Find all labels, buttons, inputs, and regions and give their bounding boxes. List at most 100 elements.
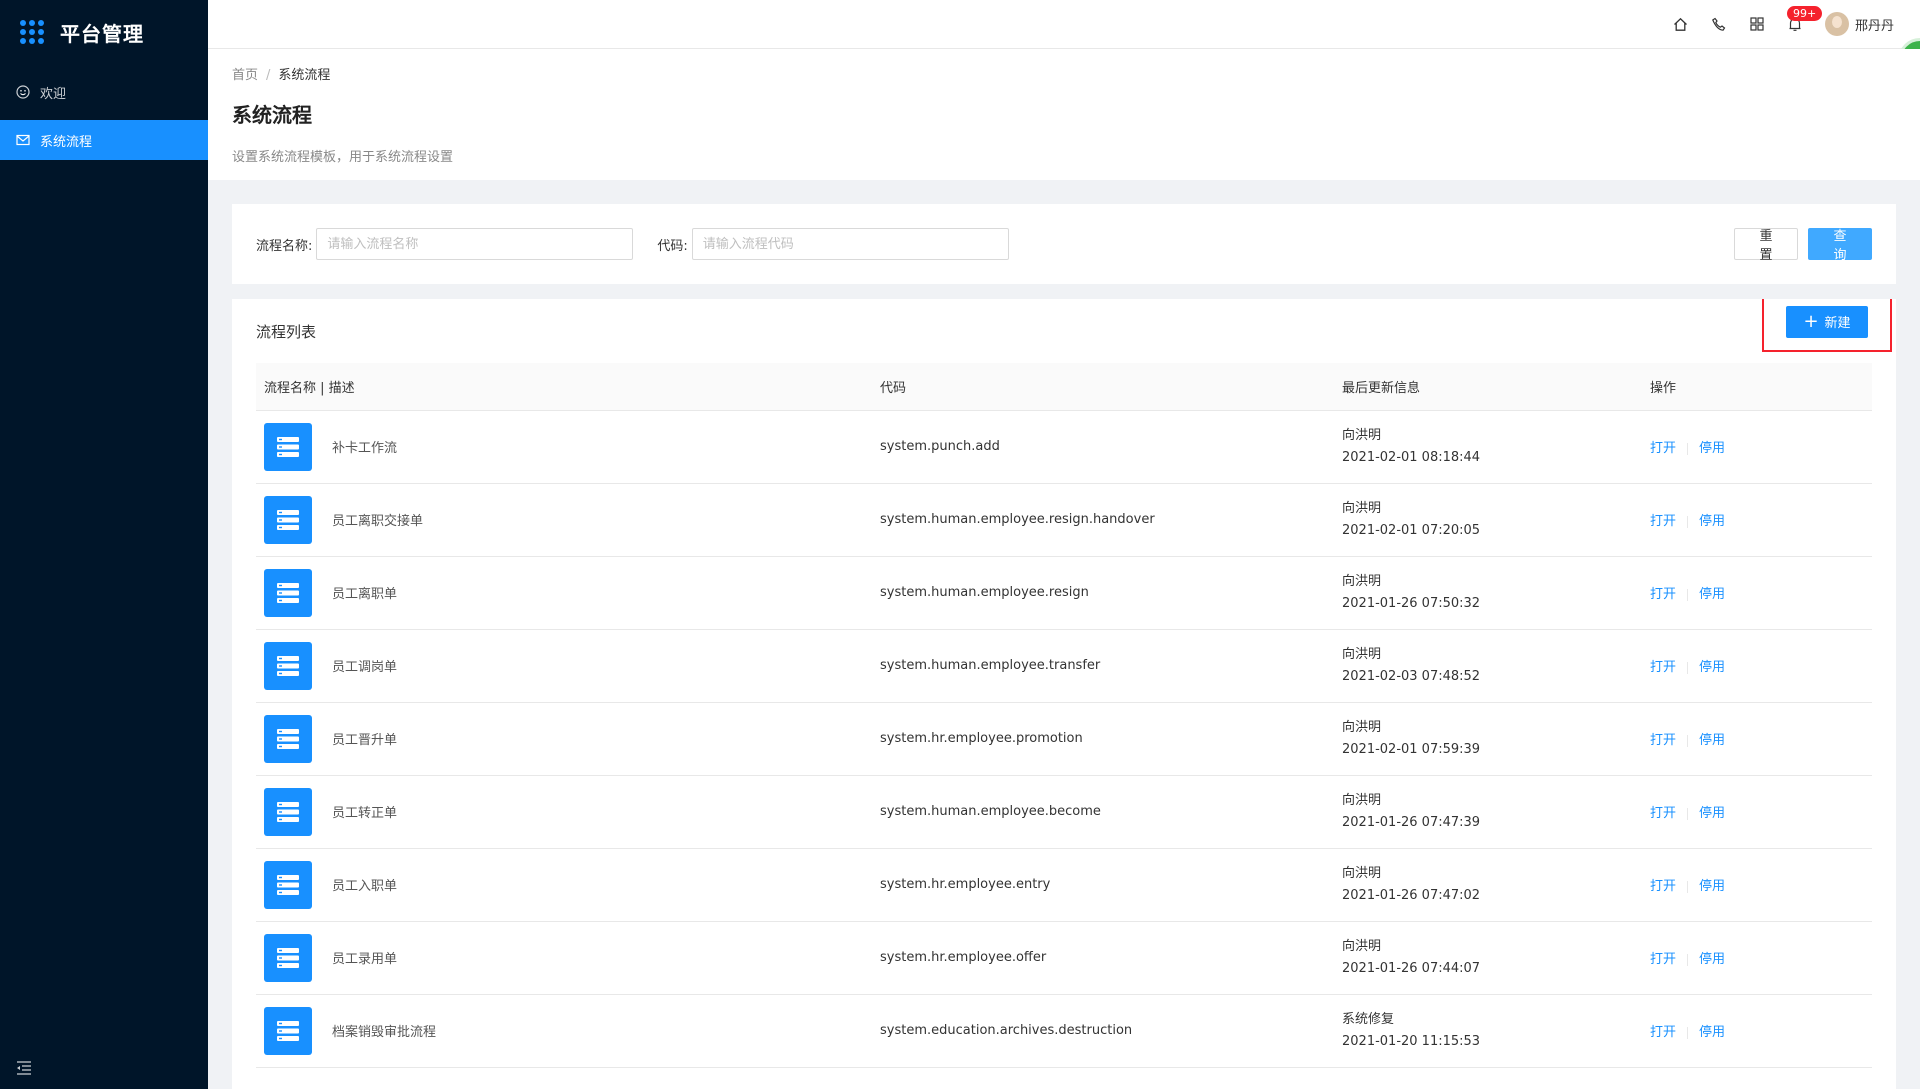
- sidebar-menu: 欢迎 系统流程: [0, 72, 208, 160]
- flow-list-icon: [264, 422, 312, 471]
- page-description: 设置系统流程模板，用于系统流程设置: [232, 150, 454, 165]
- flow-name-input[interactable]: [316, 228, 634, 260]
- updated-time: 2021-01-26 07:44:07: [1342, 960, 1481, 976]
- open-link[interactable]: 打开: [1650, 587, 1676, 602]
- table-row: 员工离职交接单 system.human.employee.resign.han…: [256, 483, 1872, 557]
- flow-code: system.punch.add: [880, 439, 1000, 454]
- action-divider: [1687, 953, 1689, 966]
- flow-name: 档案销毁审批流程: [332, 1025, 437, 1040]
- flow-list-icon: [264, 714, 312, 763]
- query-button[interactable]: 查 询: [1808, 228, 1872, 263]
- list-title: 流程列表: [256, 322, 317, 341]
- updated-time: 2021-02-03 07:48:52: [1342, 668, 1481, 684]
- updated-time: 2021-01-26 07:50:32: [1342, 595, 1481, 611]
- updated-by: 向洪明: [1342, 938, 1382, 954]
- action-divider: [1687, 880, 1689, 893]
- table-row: 补卡工作流 system.punch.add 向洪明 2021-02-01 08…: [256, 410, 1872, 484]
- flow-name: 员工调岗单: [332, 660, 398, 675]
- sidebar-item-label: 欢迎: [40, 86, 67, 102]
- updated-time: 2021-01-20 11:15:53: [1342, 1033, 1481, 1049]
- action-divider: [1687, 661, 1689, 674]
- table-row: 员工晋升单 system.hr.employee.promotion 向洪明 2…: [256, 702, 1872, 776]
- open-link[interactable]: 打开: [1650, 1025, 1676, 1040]
- flow-code: system.human.employee.resign.handover: [880, 512, 1155, 527]
- action-divider: [1687, 807, 1689, 820]
- flow-list-icon: [264, 641, 312, 690]
- action-divider: [1687, 734, 1689, 747]
- action-divider: [1687, 442, 1689, 455]
- flow-name: 员工离职单: [332, 587, 398, 602]
- updated-time: 2021-02-01 08:18:44: [1342, 449, 1481, 465]
- menu-fold-icon[interactable]: [16, 1061, 32, 1075]
- flow-list-icon: [264, 568, 312, 617]
- flow-code: system.education.archives.destruction: [880, 1023, 1133, 1038]
- flow-table: 流程名称 | 描述 代码 最后更新信息 操作 补卡工作流 system.punc…: [256, 363, 1872, 1068]
- flow-code-input[interactable]: [691, 228, 1009, 260]
- sidebar-item-label: 系统流程: [40, 134, 93, 150]
- table-row: 员工调岗单 system.human.employee.transfer 向洪明…: [256, 629, 1872, 703]
- disable-link[interactable]: 停用: [1699, 441, 1725, 456]
- disable-link[interactable]: 停用: [1699, 587, 1725, 602]
- updated-by: 向洪明: [1342, 719, 1382, 735]
- open-link[interactable]: 打开: [1650, 806, 1676, 821]
- flow-code: system.hr.employee.entry: [880, 877, 1051, 892]
- flow-name: 员工入职单: [332, 879, 398, 894]
- disable-link[interactable]: 停用: [1699, 952, 1725, 967]
- open-link[interactable]: 打开: [1650, 879, 1676, 894]
- avatar: [1824, 12, 1849, 36]
- table-row: 员工离职单 system.human.employee.resign 向洪明 2…: [256, 556, 1872, 630]
- appstore-icon[interactable]: [1749, 16, 1765, 32]
- new-button[interactable]: + 新建: [1786, 305, 1868, 338]
- disable-link[interactable]: 停用: [1699, 514, 1725, 529]
- flow-name: 员工转正单: [332, 806, 398, 821]
- updated-by: 向洪明: [1342, 646, 1382, 662]
- new-button-label: 新建: [1824, 316, 1851, 331]
- table-header-row: 流程名称 | 描述 代码 最后更新信息 操作: [256, 363, 1872, 411]
- home-icon[interactable]: [1673, 16, 1689, 32]
- updated-by: 向洪明: [1342, 792, 1382, 808]
- page-header: 首页 / 系统流程 系统流程 设置系统流程模板，用于系统流程设置: [208, 49, 1920, 180]
- disable-link[interactable]: 停用: [1699, 1025, 1725, 1040]
- column-header-actions: 操作: [1642, 363, 1872, 411]
- action-divider: [1687, 1026, 1689, 1039]
- disable-link[interactable]: 停用: [1699, 879, 1725, 894]
- sidebar-item-welcome[interactable]: 欢迎: [0, 72, 208, 112]
- breadcrumb-separator: /: [266, 68, 271, 83]
- reset-button[interactable]: 重 置: [1734, 228, 1798, 263]
- breadcrumb-home[interactable]: 首页: [232, 68, 258, 83]
- open-link[interactable]: 打开: [1650, 660, 1676, 675]
- breadcrumb: 首页 / 系统流程: [232, 64, 1896, 83]
- disable-link[interactable]: 停用: [1699, 733, 1725, 748]
- flow-list-icon: [264, 933, 312, 982]
- disable-link[interactable]: 停用: [1699, 806, 1725, 821]
- updated-by: 向洪明: [1342, 865, 1382, 881]
- open-link[interactable]: 打开: [1650, 733, 1676, 748]
- logo[interactable]: 平台管理: [0, 0, 208, 64]
- phone-icon[interactable]: [1711, 16, 1727, 32]
- page-title: 系统流程: [232, 103, 312, 127]
- disable-link[interactable]: 停用: [1699, 660, 1725, 675]
- table-row: 档案销毁审批流程 system.education.archives.destr…: [256, 994, 1872, 1068]
- sidebar-item-system-flow[interactable]: 系统流程: [0, 120, 208, 160]
- flow-list-icon: [264, 495, 312, 544]
- flow-list-icon: [264, 787, 312, 836]
- column-header-code: 代码: [872, 363, 1334, 411]
- flow-name: 补卡工作流: [332, 441, 398, 456]
- flow-code: system.human.employee.become: [880, 804, 1101, 819]
- breadcrumb-current: 系统流程: [278, 68, 331, 83]
- open-link[interactable]: 打开: [1650, 952, 1676, 967]
- user-name: 邢丹丹: [1854, 18, 1894, 34]
- updated-by: 向洪明: [1342, 500, 1382, 516]
- bell-icon[interactable]: 99+: [1786, 6, 1823, 32]
- column-header-name: 流程名称 | 描述: [256, 363, 872, 411]
- open-link[interactable]: 打开: [1650, 514, 1676, 529]
- flow-name: 员工录用单: [332, 952, 398, 967]
- flow-name-label: 流程名称:: [256, 238, 313, 254]
- table-row: 员工录用单 system.hr.employee.offer 向洪明 2021-…: [256, 921, 1872, 995]
- notification-badge: 99+: [1786, 6, 1823, 21]
- open-link[interactable]: 打开: [1650, 441, 1676, 456]
- user-menu[interactable]: 邢丹丹: [1824, 12, 1894, 36]
- app-title: 平台管理: [60, 21, 144, 46]
- flow-code: system.human.employee.resign: [880, 585, 1089, 600]
- flow-code: system.hr.employee.promotion: [880, 731, 1083, 746]
